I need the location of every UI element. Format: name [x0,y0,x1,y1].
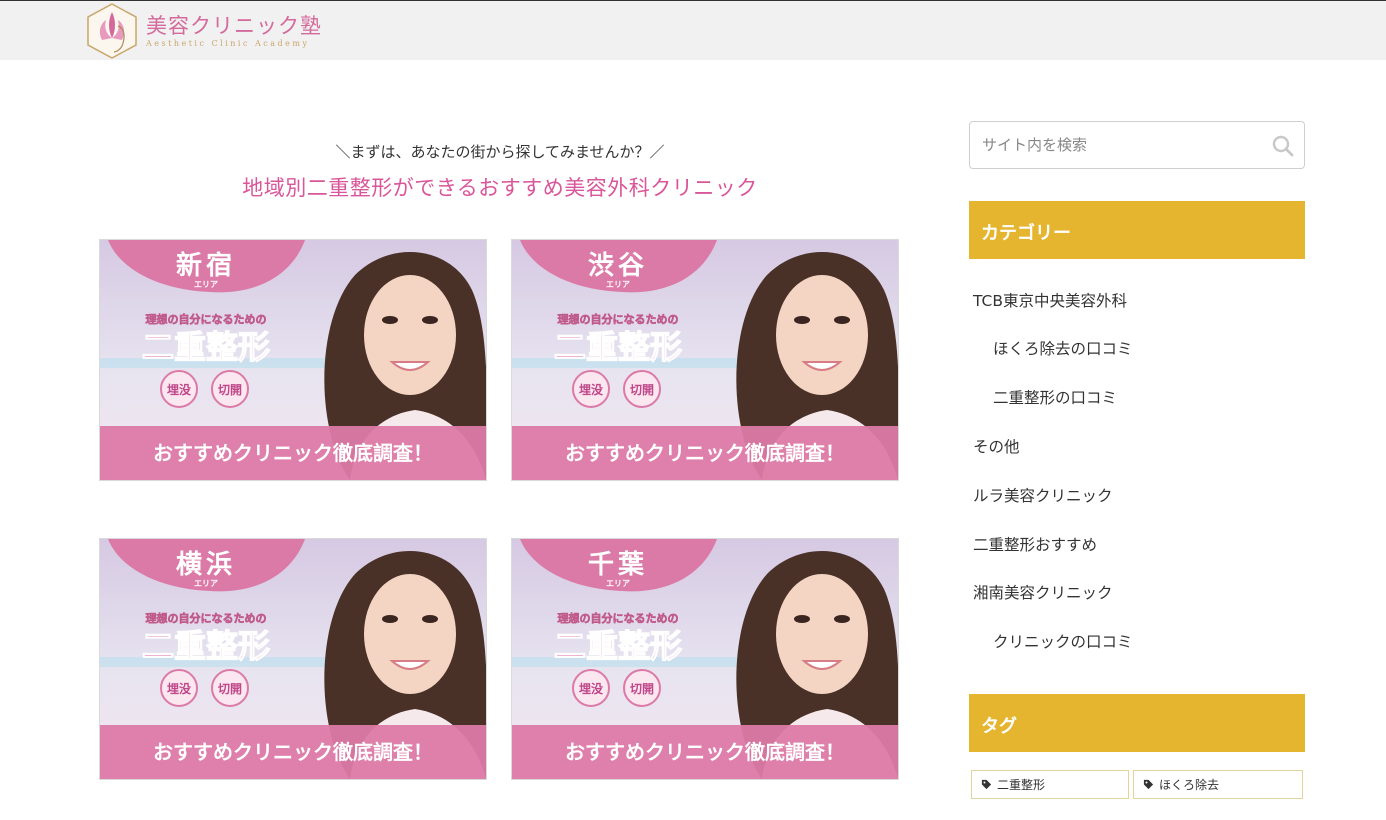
area-banner-2[interactable]: 渋谷 エリア理想の自分になるための二重整形埋没 切開おすすめクリニック徹底調査！ [511,239,899,481]
banner-tagline: 理想の自分になるための [146,312,267,326]
category-lula-clinic[interactable]: ルラ美容クリニック [973,484,1113,506]
category-tcb[interactable]: TCB東京中央美容外科 [973,289,1127,311]
eye-right [422,316,438,324]
area-name: 千葉 [588,550,648,580]
face-shape [776,275,868,395]
category-shonan-clinic[interactable]: 湘南美容クリニック [973,581,1113,603]
categories-widget-title: カテゴリー [969,201,1305,259]
tag-double-eyelid[interactable]: 二重整形 [971,770,1129,799]
area-name: 新宿 [176,250,236,281]
banner-image: 千葉エリア理想の自分になるための二重整形埋没 切開おすすめクリニック徹底調査！ [512,539,898,779]
tag-label: ほくろ除去 [1159,778,1220,792]
badge-incision: 切開 [630,682,654,696]
category-other[interactable]: その他 [973,435,1020,457]
banner-cta: おすすめクリニック徹底調査！ [565,441,845,465]
lead-text: ＼まずは、あなたの街から探してみませんか？／ [335,143,665,161]
face-shape [776,574,868,694]
site-header: 美容クリニック塾 Aesthetic Clinic Academy [0,0,1386,60]
search-button[interactable] [1270,133,1296,159]
banner-title: 二重整形 [142,328,270,366]
area-sub-label: エリア [606,280,630,289]
tag-icon [1143,779,1154,790]
badge-embedding: 埋没 [167,382,192,397]
banner-title: 二重整形 [554,328,682,366]
eye-left [794,316,810,324]
banner-tagline: 理想の自分になるための [558,312,679,326]
site-search [969,121,1305,169]
tags-widget-title: タグ [969,694,1305,752]
badge-embedding: 埋没 [167,681,192,696]
tag-mole-removal[interactable]: ほくろ除去 [1133,770,1303,799]
category-double-eyelid-recommend[interactable]: 二重整形おすすめ [973,533,1097,555]
lotus-face-logo-icon [87,3,137,59]
area-name: 横浜 [176,550,236,580]
logo-subtitle: Aesthetic Clinic Academy [146,39,310,48]
site-logo[interactable]: 美容クリニック塾 Aesthetic Clinic Academy [84,3,322,59]
category-shonan-clinic-reviews[interactable]: クリニックの口コミ [993,630,1133,652]
area-banner-1[interactable]: 新宿 エリア理想の自分になるための二重整形埋没 切開おすすめクリニック徹底調査！ [99,239,487,481]
area-name: 渋谷 [588,251,648,281]
eye-right [834,316,850,324]
face-shape [364,574,456,694]
eye-left [794,615,810,623]
eye-right [422,615,438,623]
banner-image: 横浜エリア理想の自分になるための二重整形埋没 切開おすすめクリニック徹底調査！ [100,539,486,779]
banner-image: 渋谷エリア理想の自分になるための二重整形埋没 切開おすすめクリニック徹底調査！ [512,240,898,480]
banner-image: 新宿エリア理想の自分になるための二重整形埋没 切開おすすめクリニック徹底調査！ [100,240,486,480]
banner-cta: おすすめクリニック徹底調査！ [153,441,433,465]
face-shape [364,275,456,395]
area-sub-label: エリア [194,280,218,289]
badge-incision: 切開 [630,383,654,397]
category-tcb-double-eyelid-reviews[interactable]: 二重整形の口コミ [993,386,1117,408]
eye-left [382,615,398,623]
badge-incision: 切開 [218,682,242,696]
banner-tagline: 理想の自分になるための [558,611,679,625]
eye-left [382,316,398,324]
search-icon [1272,135,1294,157]
category-tcb-mole-reviews[interactable]: ほくろ除去の口コミ [993,337,1133,359]
banner-cta: おすすめクリニック徹底調査！ [565,740,845,764]
section-headline: 地域別二重整形ができるおすすめ美容外科クリニック [242,176,758,200]
banner-cta: おすすめクリニック徹底調査！ [153,740,433,764]
tag-icon [981,779,992,790]
search-input[interactable] [970,122,1272,168]
logo-title: 美容クリニック塾 [146,14,322,38]
banner-title: 二重整形 [142,627,270,665]
tag-label: 二重整形 [997,778,1046,792]
banner-title: 二重整形 [554,627,682,665]
badge-embedding: 埋没 [579,382,604,397]
area-banner-3[interactable]: 横浜 エリア理想の自分になるための二重整形埋没 切開おすすめクリニック徹底調査！ [99,538,487,780]
area-banner-4[interactable]: 千葉 エリア理想の自分になるための二重整形埋没 切開おすすめクリニック徹底調査！ [511,538,899,780]
badge-embedding: 埋没 [579,681,604,696]
area-sub-label: エリア [606,579,630,588]
eye-right [834,615,850,623]
badge-incision: 切開 [218,383,242,397]
area-sub-label: エリア [194,579,218,588]
banner-tagline: 理想の自分になるための [146,611,267,625]
